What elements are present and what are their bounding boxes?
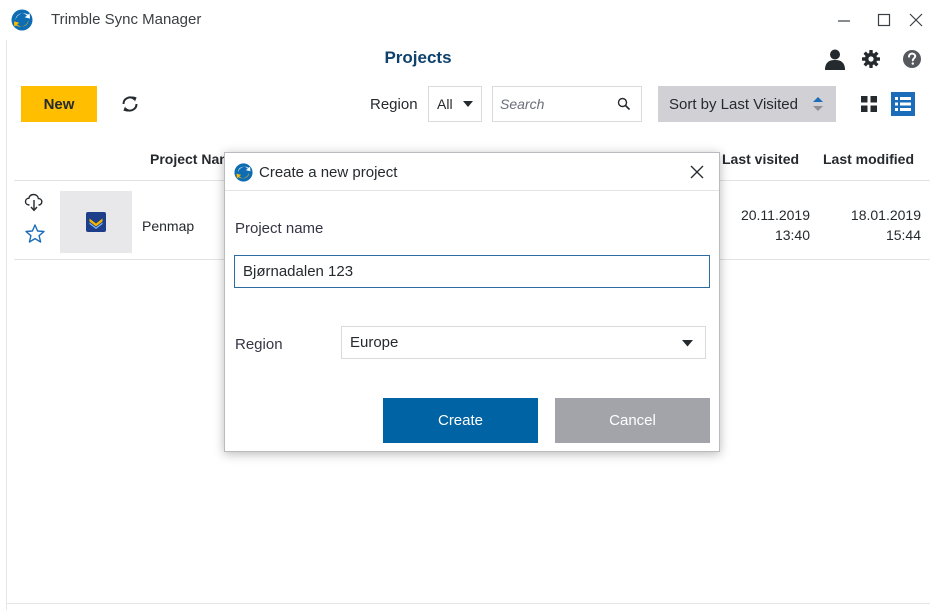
- region-label: Region: [235, 336, 283, 353]
- dialog-title: Create a new project: [259, 164, 398, 181]
- column-header-last-modified[interactable]: Last modified: [823, 151, 914, 167]
- window-bottom-border: [6, 603, 930, 604]
- trimble-sync-logo-icon: [11, 9, 33, 31]
- project-name-input[interactable]: [234, 255, 710, 288]
- grid-view-icon[interactable]: [858, 93, 880, 115]
- last-modified-date: 18.01.2019: [850, 207, 921, 223]
- window-left-border: [6, 40, 7, 610]
- last-modified-cell: 18.01.2019 15:44: [814, 205, 921, 245]
- penmap-logo-icon: [86, 212, 106, 232]
- user-button[interactable]: [822, 46, 848, 72]
- region-dropdown-value: Europe: [350, 334, 399, 351]
- list-view-icon[interactable]: [891, 92, 915, 116]
- dialog-header: Create a new project: [225, 153, 719, 191]
- column-header-last-visited[interactable]: Last visited: [722, 151, 799, 167]
- maximize-icon: [877, 13, 891, 27]
- region-filter-value: All: [437, 96, 453, 112]
- close-icon: [690, 165, 704, 179]
- help-icon: [903, 50, 921, 68]
- gear-icon: [862, 50, 880, 68]
- new-project-button[interactable]: New: [21, 86, 97, 122]
- sort-arrows-icon: [813, 97, 823, 111]
- project-thumbnail: [60, 191, 132, 253]
- minimize-icon: [838, 20, 850, 22]
- region-filter-label: Region: [370, 96, 418, 113]
- sort-button[interactable]: Sort by Last Visited: [658, 86, 836, 122]
- last-modified-time: 15:44: [885, 227, 921, 243]
- refresh-icon[interactable]: [118, 92, 142, 116]
- cancel-button[interactable]: Cancel: [555, 398, 710, 443]
- project-name-cell: Penmap: [142, 218, 195, 234]
- project-name-label: Project name: [235, 220, 324, 237]
- page-title: Projects: [384, 48, 452, 67]
- title-bar: Trimble Sync Manager: [0, 0, 930, 40]
- help-button[interactable]: [899, 46, 925, 72]
- window-close-button[interactable]: [904, 8, 928, 32]
- search-icon: [617, 97, 631, 111]
- trimble-sync-logo-icon: [234, 163, 253, 182]
- search-input[interactable]: Search: [492, 86, 642, 122]
- caret-down-icon: [463, 101, 473, 107]
- dialog-close-button[interactable]: [687, 162, 707, 182]
- caret-down-icon: [682, 340, 693, 347]
- settings-button[interactable]: [858, 46, 884, 72]
- close-icon: [909, 13, 923, 27]
- create-button[interactable]: Create: [383, 398, 538, 443]
- search-placeholder: Search: [500, 96, 545, 112]
- maximize-button[interactable]: [872, 8, 896, 32]
- create-project-dialog: Create a new project Project name Region…: [224, 152, 720, 452]
- cloud-download-icon[interactable]: [23, 191, 45, 213]
- user-icon: [825, 49, 845, 70]
- window-title: Trimble Sync Manager: [51, 11, 202, 28]
- sort-label: Sort by Last Visited: [669, 95, 798, 113]
- region-dropdown[interactable]: Europe: [341, 326, 706, 359]
- favorite-star-icon[interactable]: [24, 223, 46, 245]
- region-filter-select[interactable]: All: [428, 86, 482, 122]
- minimize-button[interactable]: [832, 8, 856, 32]
